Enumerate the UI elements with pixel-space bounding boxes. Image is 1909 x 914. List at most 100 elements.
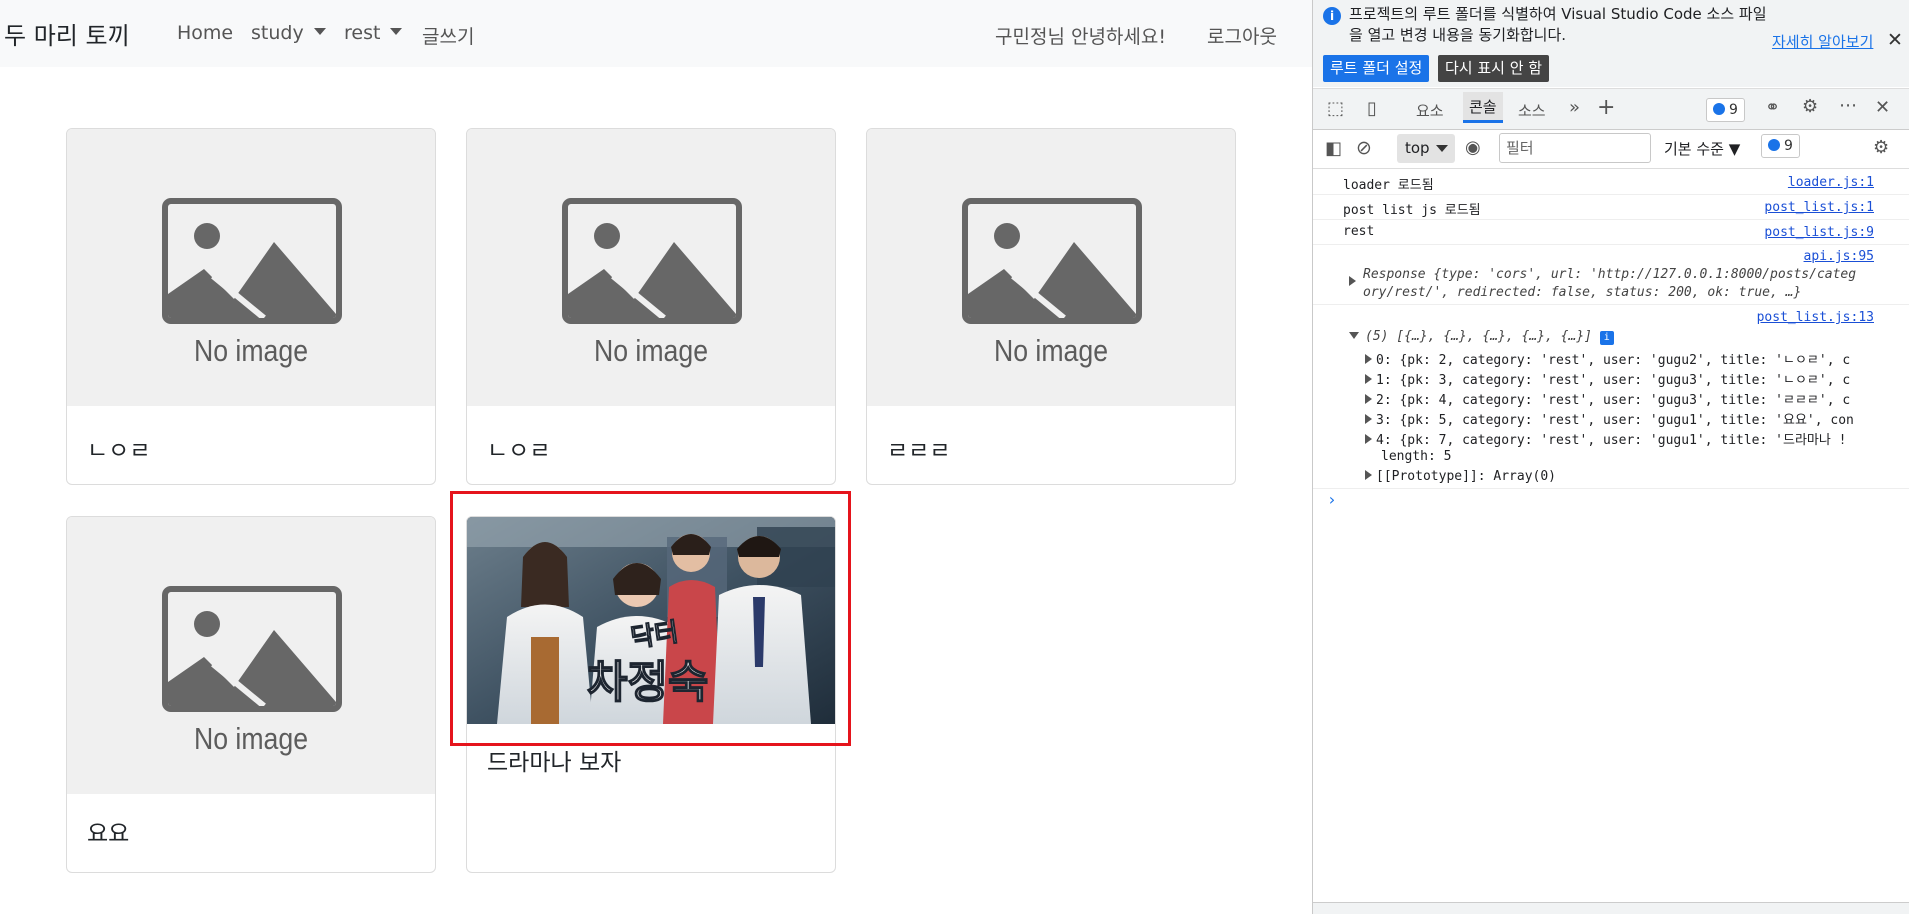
log-level-value: 기본 수준 [1664,140,1724,158]
tab-sources[interactable]: 소스 [1518,100,1546,121]
sidebar-toggle-icon[interactable]: ◧ [1325,138,1342,159]
console-log-row: loader 로드됨 loader.js:1 [1313,170,1909,195]
post-card[interactable]: No image ㄴㅇㄹ [66,128,436,485]
array-length: length: 5 [1381,449,1452,464]
eye-icon[interactable]: ◉ [1465,137,1481,158]
log-level-select[interactable]: 기본 수준 ▼ [1664,138,1740,159]
chevron-down-icon [390,28,403,35]
level-issues-badge[interactable]: 9 [1761,134,1800,158]
connections-icon[interactable]: ⚭ [1765,97,1780,118]
no-image-placeholder: No image [67,129,435,406]
post-title: ㄴㅇㄹ [87,438,151,464]
log-message: post list js 로드됨 [1343,203,1481,218]
expand-triangle-icon[interactable] [1349,275,1360,290]
drawer-tab-bar [1313,902,1909,914]
log-source-link[interactable]: post_list.js:1 [1764,200,1874,215]
array-prototype[interactable]: [[Prototype]]: Array(0) [1365,469,1556,484]
info-bar: i 프로젝트의 루트 폴더를 식별하여 Visual Studio Code 소… [1313,0,1909,87]
chevron-down-icon [313,28,326,35]
clear-console-icon[interactable]: ⊘ [1356,137,1372,159]
nav-rest-label: rest [344,22,381,44]
devtools-tab-bar: ⬚ ▯ 요소 콘솔 소스 » + 9 ⚭ ⚙ ⋯ ✕ [1313,88,1909,130]
no-image-placeholder: No image [867,129,1235,406]
response-object-line1: Response {type: 'cors', url: 'http://127… [1363,267,1857,282]
close-icon[interactable]: ✕ [1887,29,1903,51]
post-card[interactable]: No image 요요 [66,516,436,873]
post-card[interactable]: No image ㄴㅇㄹ [466,128,836,485]
image-icon [562,198,742,324]
array-item[interactable]: 0: {pk: 2, category: 'rest', user: 'gugu… [1365,349,1850,368]
context-select[interactable]: top [1397,134,1455,163]
console-array-row: post_list.js:13 (5) [{…}, {…}, {…}, {…},… [1313,305,1909,489]
learn-more-link[interactable]: 자세히 알아보기 [1772,31,1873,52]
greeting-text: 구민정님 안녕하세요! [995,26,1166,48]
message-icon [1768,139,1780,151]
console-log-row: rest post_list.js:9 [1313,220,1909,245]
no-image-placeholder: No image [467,129,835,406]
post-card[interactable]: No image ㄹㄹㄹ [866,128,1236,485]
image-icon [962,198,1142,324]
dont-show-again-button[interactable]: 다시 표시 안 함 [1438,55,1550,82]
selection-highlight-box [450,491,851,746]
array-item[interactable]: 4: {pk: 7, category: 'rest', user: 'gugu… [1365,429,1846,448]
filter-input[interactable]: 필터 [1499,133,1651,163]
no-image-text: No image [593,333,709,368]
nav-home[interactable]: Home [177,22,233,44]
post-title: 요요 [87,821,130,847]
inspect-element-icon[interactable]: ⬚ [1327,98,1344,119]
more-options-icon[interactable]: ⋯ [1839,95,1857,116]
web-page: 두 마리 토끼 Home study rest 글쓰기 구민정님 안녕하세요! … [0,0,1312,914]
info-message: 프로젝트의 루트 폴더를 식별하여 Visual Studio Code 소스 … [1349,5,1767,44]
log-source-link[interactable]: post_list.js:13 [1757,310,1874,325]
post-title: ㄴㅇㄹ [487,438,551,464]
array-summary: (5) [{…}, {…}, {…}, {…}, {…}] [1365,329,1592,344]
tab-console[interactable]: 콘솔 [1463,92,1503,123]
log-message: loader 로드됨 [1343,178,1434,193]
add-tab-icon[interactable]: + [1597,95,1615,120]
log-message: rest [1343,224,1375,239]
level-issues-count: 9 [1784,138,1793,154]
tab-elements[interactable]: 요소 [1416,100,1444,121]
context-value: top [1405,139,1430,157]
info-icon: i [1323,7,1341,25]
array-header[interactable]: (5) [{…}, {…}, {…}, {…}, {…}] i [1349,329,1614,345]
image-icon [162,198,342,324]
issues-count: 9 [1729,102,1738,118]
collapse-triangle-icon [1349,332,1359,339]
log-source-link[interactable]: api.js:95 [1804,249,1874,264]
nav-study-label: study [251,22,304,44]
navbar: 두 마리 토끼 Home study rest 글쓰기 구민정님 안녕하세요! … [0,0,1312,67]
message-icon [1713,103,1725,115]
response-object-line2: ory/rest/', redirected: false, status: 2… [1363,285,1802,300]
gear-icon[interactable]: ⚙ [1802,96,1818,117]
array-item[interactable]: 2: {pk: 4, category: 'rest', user: 'gugu… [1365,389,1850,408]
more-tabs-icon[interactable]: » [1569,97,1580,118]
issues-badge[interactable]: 9 [1706,98,1745,122]
no-image-text: No image [193,721,309,756]
image-icon [162,586,342,712]
console-log-row: post list js 로드됨 post_list.js:1 [1313,195,1909,220]
brand-logo[interactable]: 두 마리 토끼 [4,16,130,51]
nav-rest-dropdown[interactable]: rest [344,22,403,44]
nav-study-dropdown[interactable]: study [251,22,326,44]
array-item[interactable]: 3: {pk: 5, category: 'rest', user: 'gugu… [1365,409,1854,428]
console-response-row: api.js:95 Response {type: 'cors', url: '… [1313,245,1909,305]
close-devtools-icon[interactable]: ✕ [1875,97,1890,118]
log-source-link[interactable]: post_list.js:9 [1764,225,1874,240]
devtools-panel: i 프로젝트의 루트 폴더를 식별하여 Visual Studio Code 소… [1312,0,1909,914]
log-source-link[interactable]: loader.js:1 [1788,175,1874,190]
array-item[interactable]: 1: {pk: 3, category: 'rest', user: 'gugu… [1365,369,1850,388]
post-title: ㄹㄹㄹ [887,438,951,464]
console-prompt[interactable]: › [1327,490,1337,509]
nav-write[interactable]: 글쓰기 [422,22,474,49]
set-root-folder-button[interactable]: 루트 폴더 설정 [1323,55,1430,82]
chevron-down-icon [1436,145,1448,152]
no-image-placeholder: No image [67,517,435,794]
console-settings-icon[interactable]: ⚙ [1873,137,1889,158]
no-image-text: No image [193,333,309,368]
device-toolbar-icon[interactable]: ▯ [1367,98,1377,119]
info-icon: i [1599,331,1614,345]
logout-link[interactable]: 로그아웃 [1207,22,1277,49]
no-image-text: No image [993,333,1109,368]
post-title: 드라마나 보자 [487,750,622,776]
